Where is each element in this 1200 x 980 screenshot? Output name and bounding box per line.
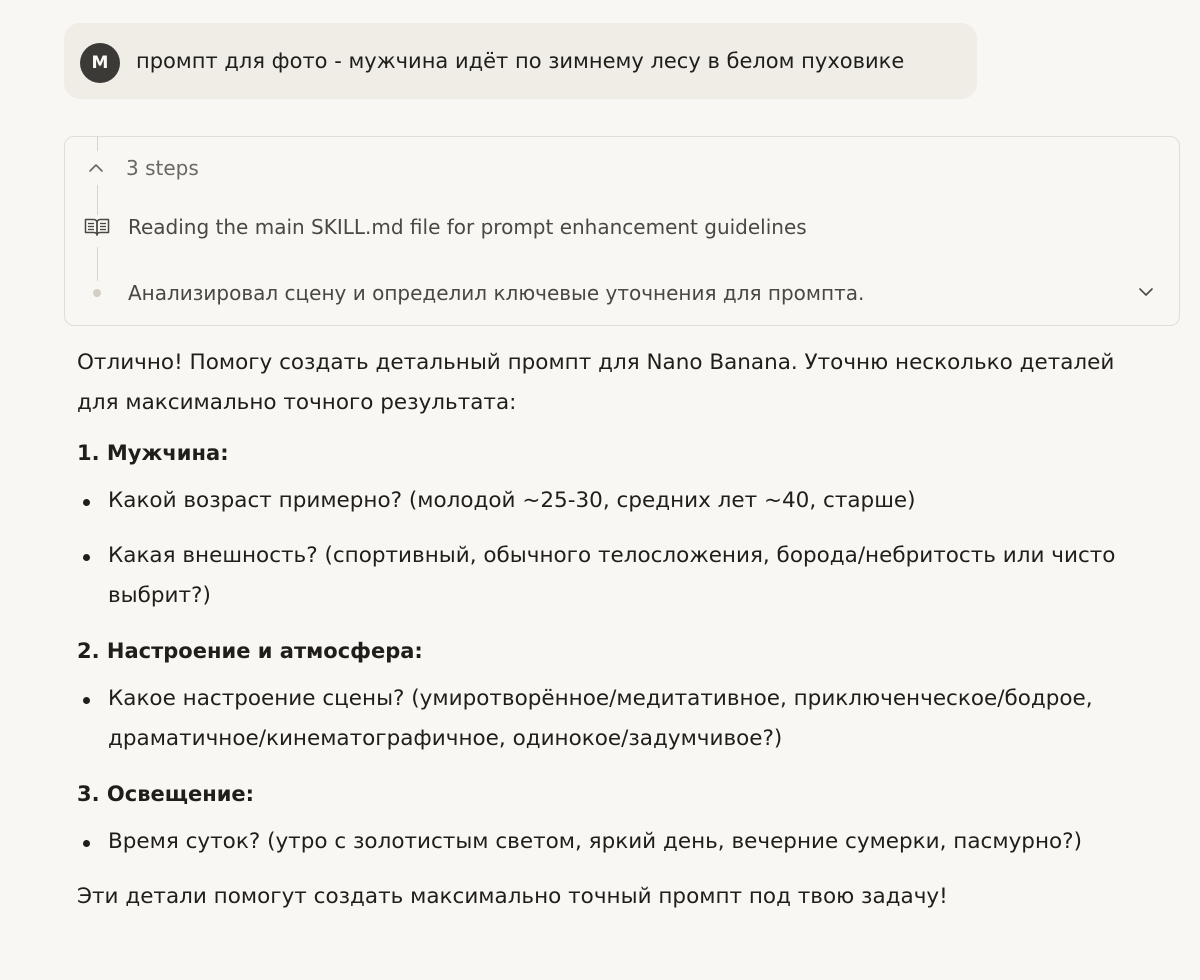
user-message-text: промпт для фото - мужчина идёт по зимнем… <box>136 49 905 73</box>
steps-count-label: 3 steps <box>126 156 199 180</box>
user-avatar[interactable]: M <box>80 43 120 83</box>
response-intro: Отлично! Помогу создать детальный промпт… <box>77 350 1115 415</box>
dot-icon <box>83 281 111 305</box>
bullet-list: Какой возраст примерно? (молодой ~25-30,… <box>77 481 1137 616</box>
section-heading: 1. Мужчина: <box>77 441 229 465</box>
step-item: Анализировал сцену и определил ключевые … <box>83 281 864 305</box>
bullet-list: Какое настроение сцены? (умиротворённое/… <box>77 679 1137 759</box>
user-message-bubble: M промпт для фото - мужчина идёт по зимн… <box>64 23 977 99</box>
list-item: Какой возраст примерно? (молодой ~25-30,… <box>77 481 1137 521</box>
section-heading: 2. Настроение и атмосфера: <box>77 639 423 663</box>
chevron-up-icon <box>87 159 105 177</box>
response-outro: Эти детали помогут создать максимально т… <box>77 884 948 909</box>
bullet-list: Время суток? (утро с золотистым светом, … <box>77 822 1137 862</box>
list-item: Какое настроение сцены? (умиротворённое/… <box>77 679 1137 759</box>
steps-panel: 3 steps Reading the main SKILL.md file f… <box>64 136 1180 326</box>
timeline-line <box>97 247 98 281</box>
steps-collapse-toggle[interactable]: 3 steps <box>87 151 199 185</box>
section-heading: 3. Освещение: <box>77 782 255 806</box>
book-icon <box>83 215 111 239</box>
step-item: Reading the main SKILL.md file for promp… <box>83 215 807 239</box>
timeline-line <box>97 137 98 151</box>
chevron-down-icon[interactable] <box>1135 281 1157 303</box>
assistant-response: Отлично! Помогу создать детальный промпт… <box>77 343 1137 917</box>
list-item: Время суток? (утро с золотистым светом, … <box>77 822 1137 862</box>
list-item: Какая внешность? (спортивный, обычного т… <box>77 536 1137 616</box>
step-text: Reading the main SKILL.md file for promp… <box>128 215 807 239</box>
step-text: Анализировал сцену и определил ключевые … <box>128 281 865 305</box>
timeline-line <box>97 185 98 215</box>
